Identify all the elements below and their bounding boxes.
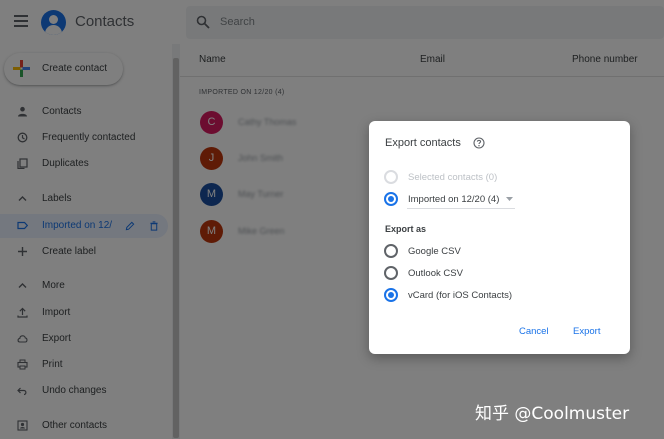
selected-contacts-radio xyxy=(384,170,398,184)
imported-dropdown[interactable]: Imported on 12/20 (4) xyxy=(408,194,499,205)
export-button[interactable]: Export xyxy=(573,326,600,337)
outlook-csv-label[interactable]: Outlook CSV xyxy=(408,268,463,279)
imported-contacts-radio[interactable] xyxy=(384,192,398,206)
selected-contacts-label: Selected contacts (0) xyxy=(408,172,498,183)
outlook-csv-radio[interactable] xyxy=(384,266,398,280)
help-icon[interactable] xyxy=(473,137,485,149)
watermark: 知乎 @Coolmuster xyxy=(475,404,630,424)
dialog-title: Export contacts xyxy=(385,137,461,149)
export-contacts-dialog: Export contacts Selected contacts (0) Im… xyxy=(369,121,630,354)
vcard-radio[interactable] xyxy=(384,288,398,302)
google-csv-radio[interactable] xyxy=(384,244,398,258)
vcard-label[interactable]: vCard (for iOS Contacts) xyxy=(408,290,512,301)
google-csv-label[interactable]: Google CSV xyxy=(408,246,461,257)
chevron-down-icon[interactable] xyxy=(506,197,513,202)
cancel-button[interactable]: Cancel xyxy=(519,326,549,337)
dropdown-underline xyxy=(407,208,515,209)
export-as-label: Export as xyxy=(385,224,427,234)
